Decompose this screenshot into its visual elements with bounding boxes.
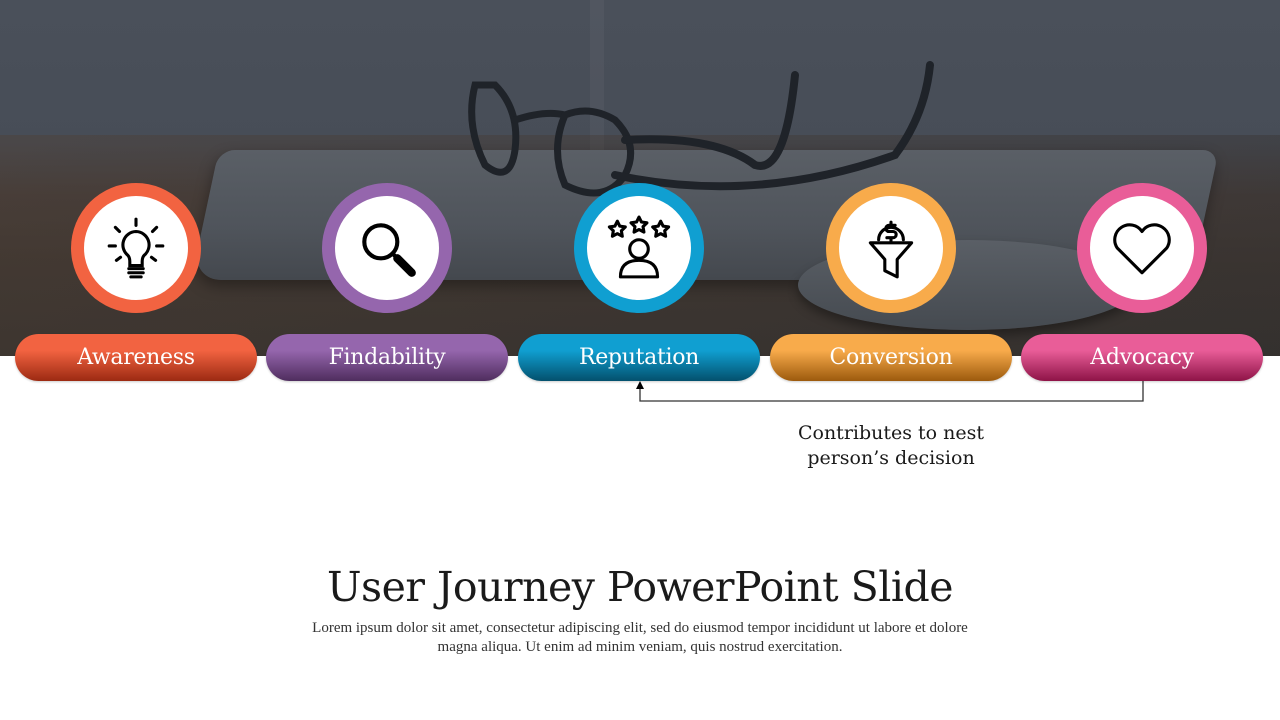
step-circle-findability — [322, 183, 452, 313]
magnifier-icon — [362, 223, 416, 277]
step-circle-advocacy — [1077, 183, 1207, 313]
step-circle-reputation — [574, 183, 704, 313]
heart-icon — [1113, 223, 1171, 275]
slide-description: Lorem ipsum dolor sit amet, consectetur … — [312, 620, 968, 655]
dollar-funnel-icon — [868, 220, 914, 279]
step-circle-awareness — [71, 183, 201, 313]
step-label-findability: Findability — [266, 334, 508, 381]
step-label-conversion: Conversion — [770, 334, 1012, 381]
user-rating-stars-icon — [607, 215, 671, 279]
step-label-reputation: Reputation — [518, 334, 760, 381]
connector-line — [639, 381, 1144, 402]
arrowhead-icon — [636, 381, 644, 389]
step-label-advocacy: Advocacy — [1021, 334, 1263, 381]
lightbulb-icon — [107, 217, 165, 279]
connector-note: Contributes to nest person’s decision — [797, 422, 985, 469]
step-circle-conversion — [826, 183, 956, 313]
slide-title: User Journey PowerPoint Slide — [326, 563, 954, 611]
step-label-awareness: Awareness — [15, 334, 257, 381]
